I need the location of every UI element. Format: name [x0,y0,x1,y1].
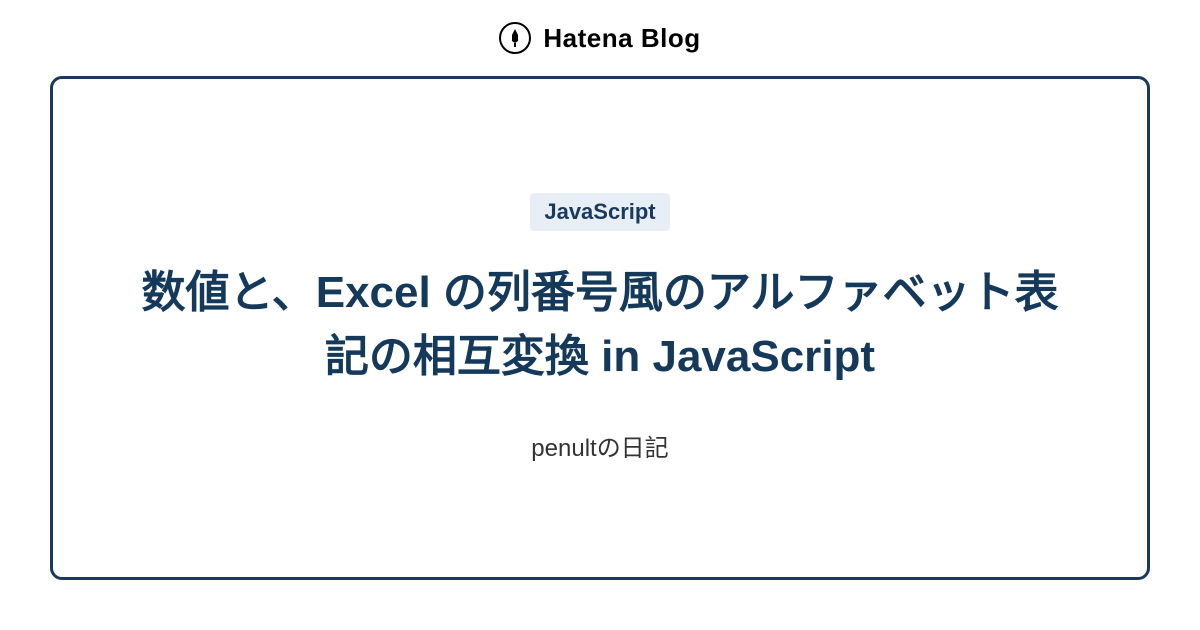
hatena-logo-icon [499,22,531,54]
brand-header: Hatena Blog [0,0,1200,76]
article-card: JavaScript 数値と、Excel の列番号風のアルファベット表記の相互変… [50,76,1150,580]
article-title: 数値と、Excel の列番号風のアルファベット表記の相互変換 in JavaSc… [140,261,1060,389]
category-tag[interactable]: JavaScript [530,193,669,231]
brand-name: Hatena Blog [543,23,700,54]
blog-name[interactable]: penultの日記 [531,428,668,463]
